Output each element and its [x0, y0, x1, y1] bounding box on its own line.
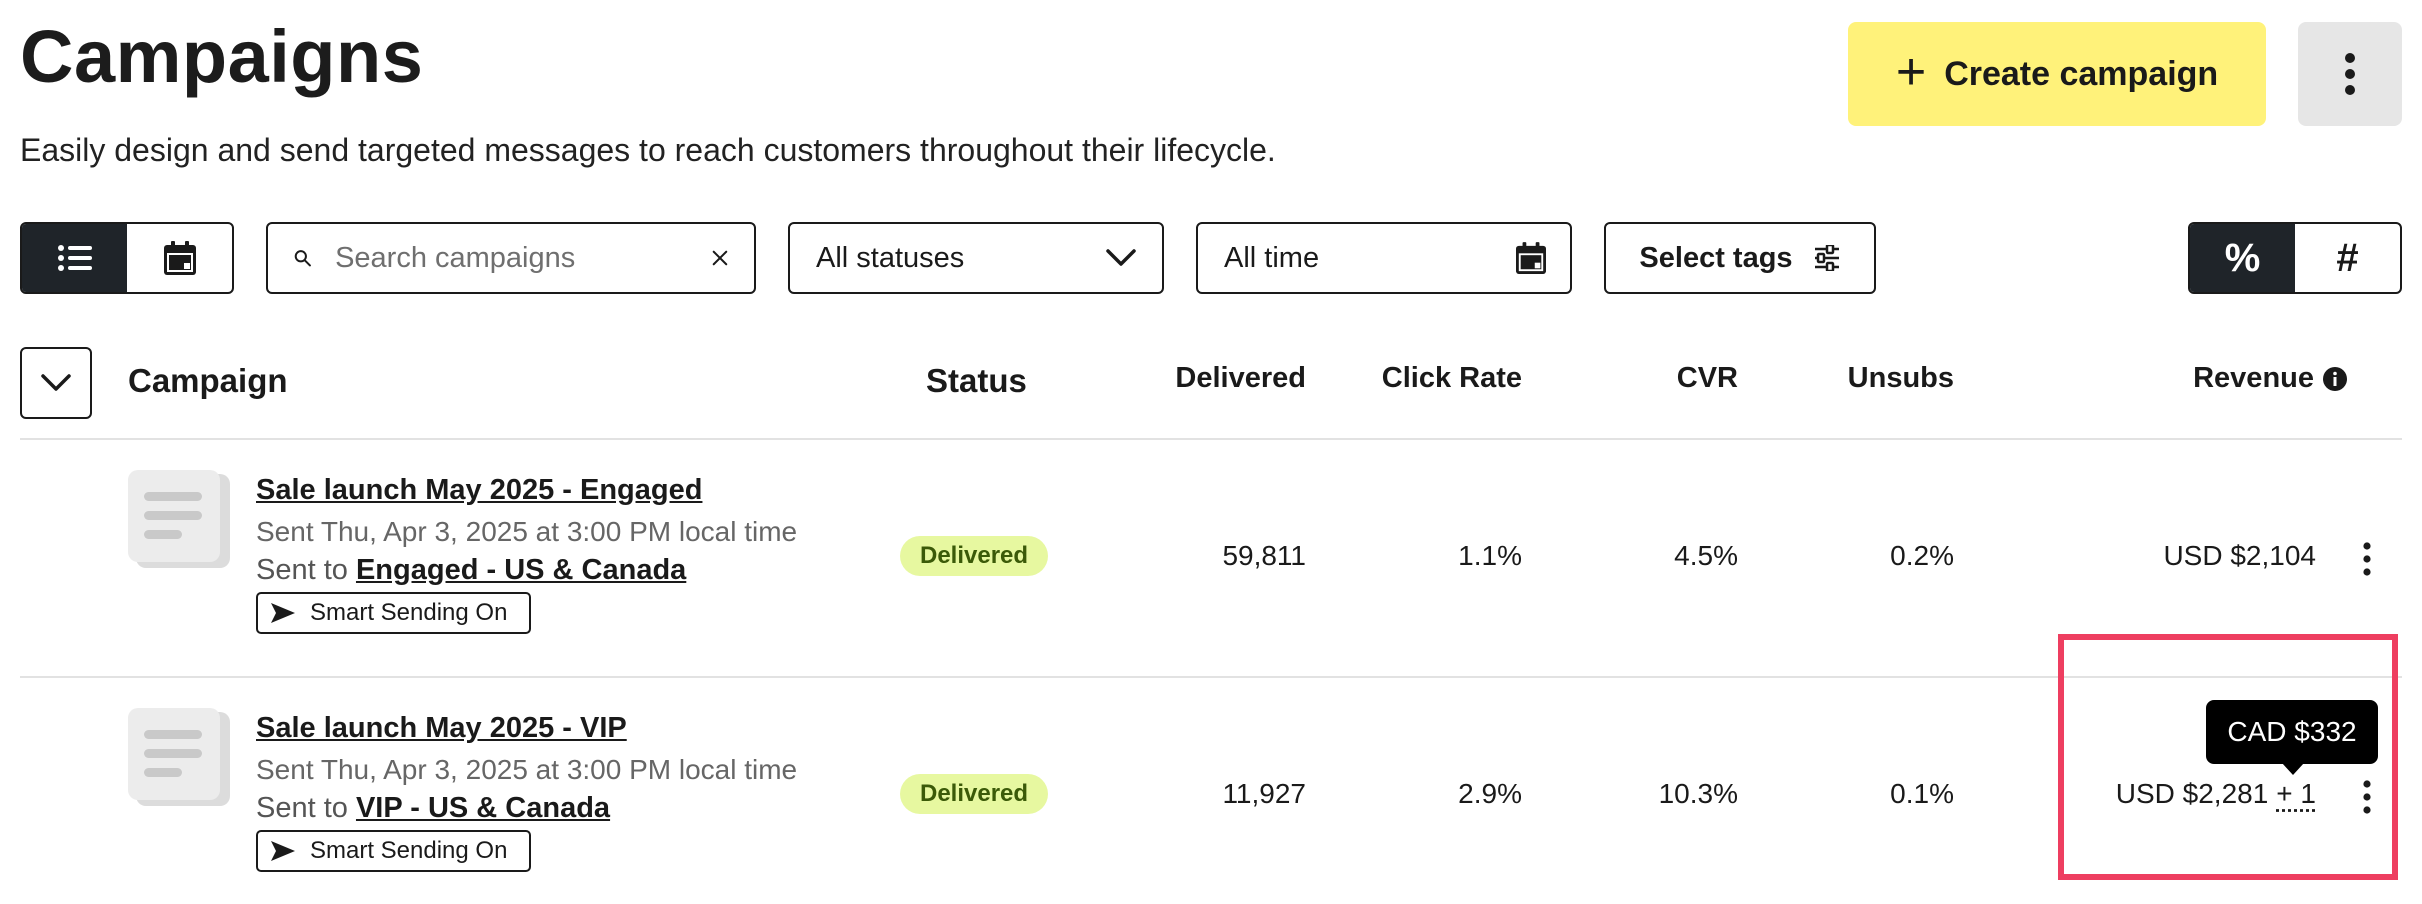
select-tags-label: Select tags	[1639, 241, 1793, 274]
calendar-icon	[163, 241, 196, 275]
unsubs-value: 0.1%	[1890, 778, 1954, 809]
chevron-down-icon	[1106, 249, 1136, 266]
create-campaign-label: Create campaign	[1944, 54, 2219, 93]
unsubs-value: 0.2%	[1890, 540, 1954, 571]
smart-sending-badge: Smart Sending On	[256, 830, 532, 872]
search-icon	[294, 250, 311, 267]
metric-format-toggle: % #	[2188, 222, 2402, 294]
page-title: Campaigns	[20, 15, 424, 98]
column-header-campaign: Campaign	[128, 362, 288, 399]
click-rate-value: 1.1%	[1458, 540, 1522, 571]
number-toggle-button[interactable]: #	[2295, 224, 2400, 292]
cvr-value: 10.3%	[1658, 778, 1738, 809]
sent-to-prefix: Sent to	[256, 792, 348, 824]
calendar-view-button[interactable]	[127, 224, 232, 292]
date-range-select[interactable]: All time	[1196, 222, 1572, 294]
segment-link[interactable]: VIP - US & Canada	[356, 792, 610, 824]
column-header-delivered[interactable]: Delivered	[1150, 362, 1306, 395]
campaign-sent-time: Sent Thu, Apr 3, 2025 at 3:00 PM local t…	[256, 754, 798, 785]
clear-search-icon[interactable]	[712, 244, 728, 272]
info-icon[interactable]	[2322, 366, 2348, 392]
more-vertical-icon	[2345, 53, 2355, 95]
list-icon	[57, 245, 92, 271]
sliders-icon	[1814, 245, 1839, 271]
campaign-thumbnail	[128, 708, 230, 808]
delivered-value: 11,927	[1222, 778, 1306, 809]
search-field[interactable]	[266, 222, 756, 294]
column-header-status: Status	[926, 362, 1027, 399]
status-badge: Delivered	[900, 774, 1049, 814]
smart-sending-label: Smart Sending On	[310, 599, 508, 626]
campaign-sent-time: Sent Thu, Apr 3, 2025 at 3:00 PM local t…	[256, 516, 798, 547]
campaign-sent-to: Sent to Engaged - US & Canada	[256, 554, 686, 587]
view-toggle	[20, 222, 234, 294]
campaign-thumbnail	[128, 470, 230, 570]
expand-all-button[interactable]	[20, 347, 92, 419]
row-more-options-button[interactable]	[2352, 534, 2382, 584]
list-view-button[interactable]	[22, 224, 127, 292]
campaign-name-link[interactable]: Sale launch May 2025 - Engaged	[256, 474, 702, 507]
search-input[interactable]	[335, 241, 713, 275]
smart-sending-badge: Smart Sending On	[256, 592, 532, 634]
column-header-revenue[interactable]: Revenue	[2100, 362, 2348, 395]
status-filter-value: All statuses	[816, 241, 965, 274]
column-header-cvr[interactable]: CVR	[1600, 362, 1738, 395]
chevron-down-icon	[41, 374, 71, 391]
campaign-name-link[interactable]: Sale launch May 2025 - VIP	[256, 712, 627, 745]
more-vertical-icon	[2363, 542, 2371, 576]
segment-link[interactable]: Engaged - US & Canada	[356, 554, 686, 586]
create-campaign-button[interactable]: + Create campaign	[1848, 22, 2266, 126]
page-more-options-button[interactable]	[2298, 22, 2402, 126]
column-header-revenue-label: Revenue	[2193, 362, 2314, 394]
revenue-amount: USD $2,104	[2163, 540, 2316, 571]
highlight-box	[2058, 634, 2398, 880]
send-icon	[271, 603, 295, 623]
calendar-icon	[1516, 242, 1546, 274]
select-tags-button[interactable]: Select tags	[1604, 222, 1876, 294]
campaign-sent-to: Sent to VIP - US & Canada	[256, 792, 610, 825]
column-header-click-rate[interactable]: Click Rate	[1350, 362, 1522, 395]
percent-toggle-button[interactable]: %	[2190, 224, 2295, 292]
column-header-unsubs[interactable]: Unsubs	[1800, 362, 1954, 395]
smart-sending-label: Smart Sending On	[310, 837, 508, 864]
status-badge: Delivered	[900, 536, 1049, 576]
delivered-value: 59,811	[1222, 540, 1306, 571]
sent-to-prefix: Sent to	[256, 554, 348, 586]
cvr-value: 4.5%	[1674, 540, 1738, 571]
plus-icon: +	[1895, 43, 1927, 101]
click-rate-value: 2.9%	[1458, 778, 1522, 809]
send-icon	[271, 841, 295, 861]
status-filter-select[interactable]: All statuses	[788, 222, 1164, 294]
revenue-value: USD $2,104	[2000, 540, 2316, 572]
date-range-value: All time	[1224, 241, 1320, 274]
page-subtitle: Easily design and send targeted messages…	[20, 132, 1276, 168]
